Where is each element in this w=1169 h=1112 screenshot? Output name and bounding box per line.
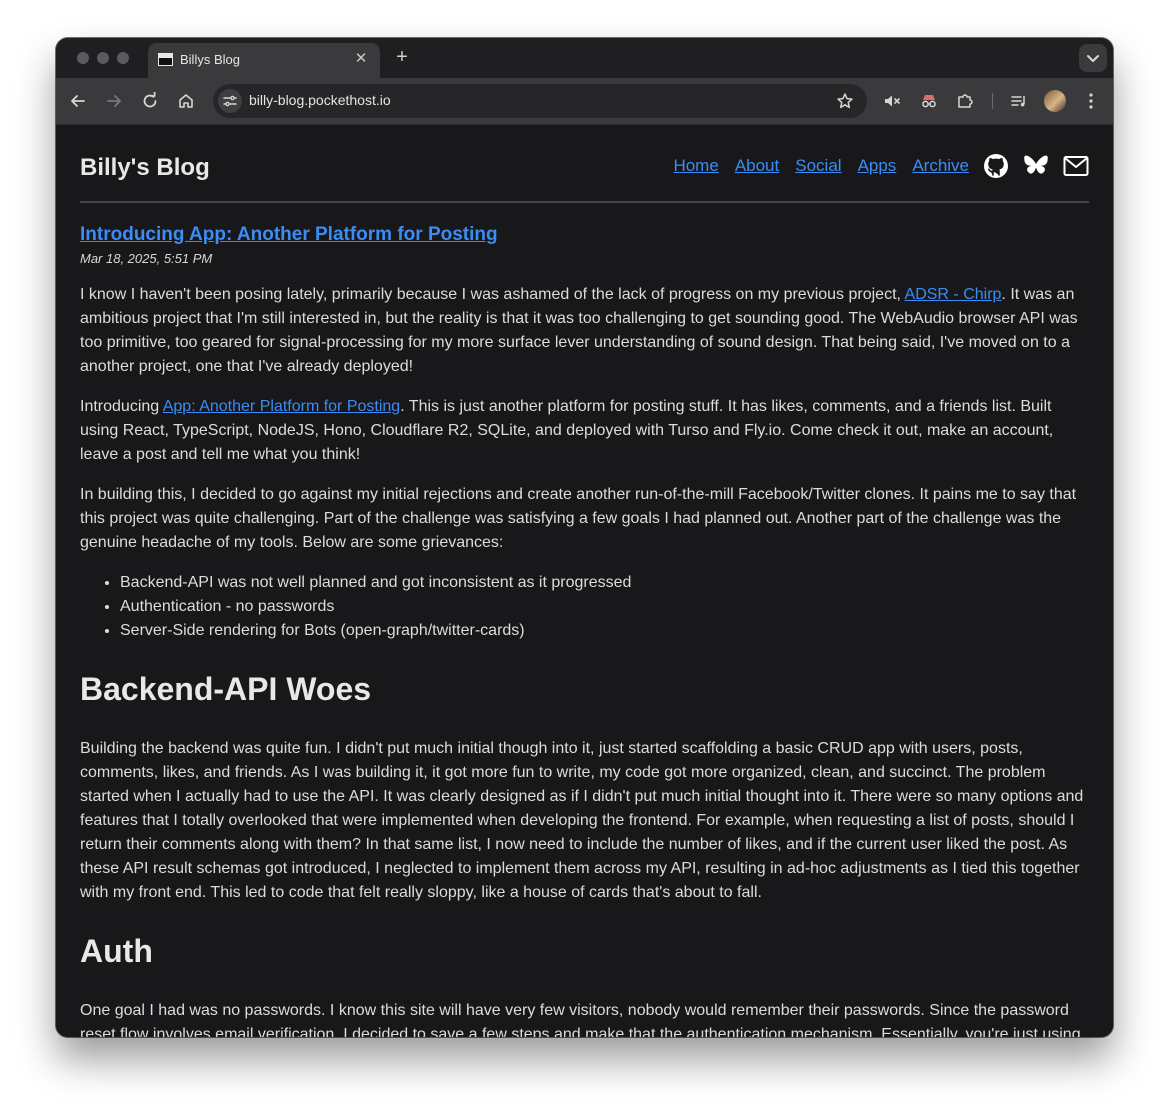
bluesky-icon[interactable] <box>1023 154 1049 178</box>
post-paragraph: One goal I had was no passwords. I know … <box>80 1002 1081 1037</box>
window-zoom-control[interactable] <box>117 52 129 64</box>
page-content: Billy's Blog Home About Social Apps Arch… <box>56 125 1113 1037</box>
section-heading-backend: Backend-API Woes <box>80 671 372 707</box>
post-date: Mar 18, 2025, 5:51 PM <box>80 251 213 266</box>
nav-about-link[interactable]: About <box>735 156 779 176</box>
github-icon[interactable] <box>983 153 1009 179</box>
mail-icon[interactable] <box>1063 155 1089 177</box>
window-close-control[interactable] <box>77 52 89 64</box>
section-heading-auth: Auth <box>80 933 153 969</box>
tab-search-button[interactable] <box>1079 44 1107 72</box>
post-paragraph: Introducing App: Another Platform for Po… <box>80 395 1089 467</box>
nav-apps-link[interactable]: Apps <box>858 156 897 176</box>
adsr-chirp-link[interactable]: ADSR - Chirp <box>905 286 1002 303</box>
back-icon[interactable] <box>66 89 90 113</box>
bookmark-star-icon[interactable] <box>833 89 857 113</box>
post-paragraph: In building this, I decided to go agains… <box>80 486 1077 551</box>
list-item: Server-Side rendering for Bots (open-gra… <box>120 619 1089 643</box>
browser-window: Billys Blog ✕ + billy-blog.pockethost.io <box>56 38 1113 1037</box>
browser-toolbar: billy-blog.pockethost.io <box>56 78 1113 125</box>
url-text[interactable]: billy-blog.pockethost.io <box>249 92 391 108</box>
paragraph-text: Introducing <box>80 398 163 415</box>
nav-archive-link[interactable]: Archive <box>912 156 969 176</box>
blog-post: Introducing App: Another Platform for Po… <box>80 223 1089 1037</box>
tab-strip: Billys Blog ✕ + <box>56 38 1113 78</box>
chevron-down-icon <box>1087 55 1099 62</box>
site-info-icon[interactable] <box>218 89 242 113</box>
nav-social-link[interactable]: Social <box>795 156 841 176</box>
paragraph-text: I know I haven't been posing lately, pri… <box>80 286 905 303</box>
window-minimize-control[interactable] <box>97 52 109 64</box>
favicon-icon <box>158 53 173 66</box>
header-divider <box>80 201 1089 203</box>
site-title[interactable]: Billy's Blog <box>80 154 210 182</box>
app-platform-link[interactable]: App: Another Platform for Posting <box>163 398 400 415</box>
reload-icon[interactable] <box>138 89 162 113</box>
home-icon[interactable] <box>174 89 198 113</box>
new-tab-icon[interactable]: + <box>391 46 413 68</box>
list-item: Backend-API was not well planned and got… <box>120 571 1089 595</box>
more-menu-icon[interactable] <box>1079 89 1103 113</box>
muted-tab-icon[interactable] <box>881 89 905 113</box>
profile-avatar[interactable] <box>1044 90 1066 112</box>
media-control-icon[interactable] <box>1007 89 1031 113</box>
browser-tab-active[interactable]: Billys Blog ✕ <box>148 43 380 78</box>
list-item: Authentication - no passwords <box>120 595 1089 619</box>
tab-title: Billys Blog <box>180 52 240 67</box>
post-paragraph: I know I haven't been posing lately, pri… <box>80 283 1089 379</box>
site-nav: Home About Social Apps Archive <box>657 153 1089 179</box>
incognito-extension-icon[interactable] <box>917 89 941 113</box>
nav-home-link[interactable]: Home <box>673 156 718 176</box>
tab-close-icon[interactable]: ✕ <box>352 50 370 68</box>
forward-icon[interactable] <box>102 89 126 113</box>
post-paragraph: Building the backend was quite fun. I di… <box>80 740 1084 901</box>
grievance-list: Backend-API was not well planned and got… <box>80 571 1089 643</box>
post-title-link[interactable]: Introducing App: Another Platform for Po… <box>80 224 498 245</box>
extensions-puzzle-icon[interactable] <box>953 89 977 113</box>
toolbar-divider <box>992 93 993 109</box>
address-bar[interactable]: billy-blog.pockethost.io <box>213 84 867 118</box>
